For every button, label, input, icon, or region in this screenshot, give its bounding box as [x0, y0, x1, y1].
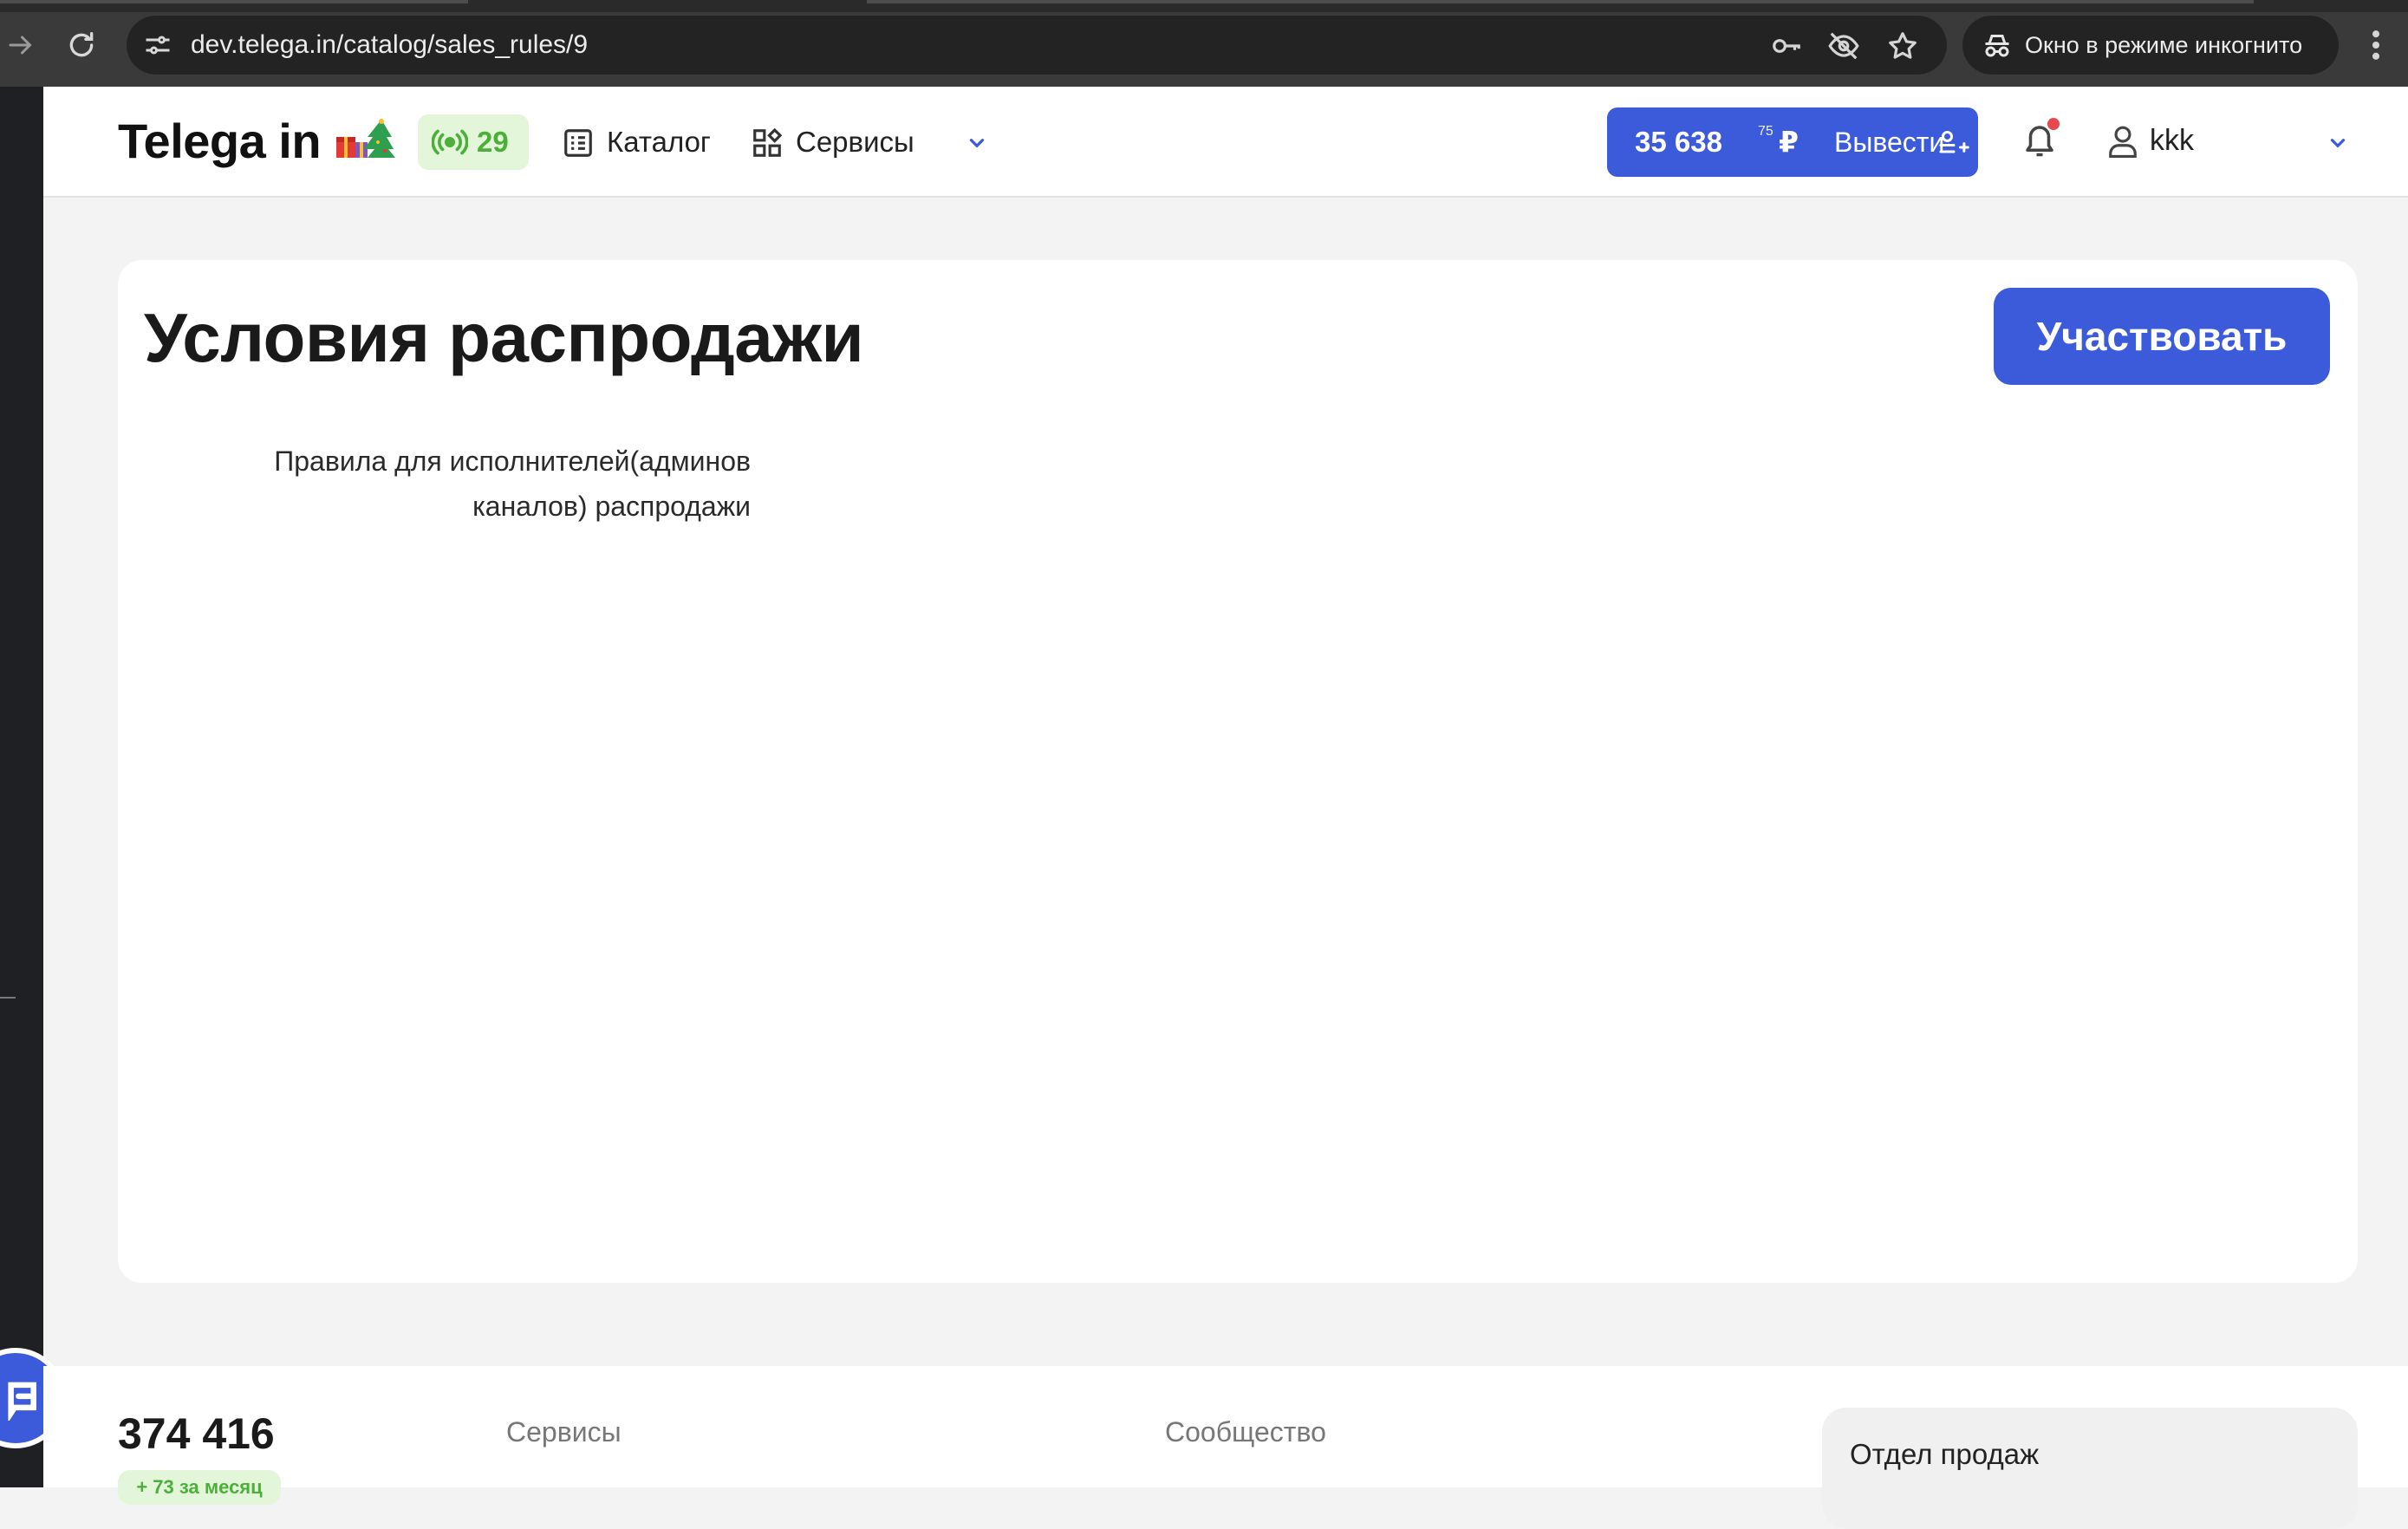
user-icon[interactable]: [2106, 123, 2139, 159]
incognito-label: Окно в режиме инкогнито: [2025, 32, 2303, 58]
footer-services-heading: Сервисы: [506, 1416, 622, 1448]
key-icon[interactable]: [1770, 29, 1803, 62]
withdraw-label[interactable]: Вывести: [1834, 123, 1944, 161]
forward-icon[interactable]: [5, 29, 36, 61]
balance-fraction: 75: [1758, 124, 1773, 139]
star-icon[interactable]: [1886, 29, 1919, 62]
incognito-indicator[interactable]: Окно в режиме инкогнито: [1962, 16, 2339, 75]
chat-icon: [8, 1382, 36, 1421]
balance-amount: 35 638: [1635, 126, 1722, 158]
growth-badge: + 73 за месяц: [118, 1470, 281, 1505]
balance-withdraw-button[interactable]: 35 638 75 ₽ Вывести: [1607, 107, 1978, 177]
url-text[interactable]: dev.telega.in/catalog/sales_rules/9: [191, 28, 588, 62]
sales-department-box: Отдел продаж: [1822, 1408, 2358, 1529]
chevron-down-icon[interactable]: [2327, 132, 2349, 154]
participate-button[interactable]: Участвовать: [1994, 288, 2330, 385]
kebab-menu-icon[interactable]: [2363, 26, 2389, 64]
incognito-icon: [1985, 35, 2009, 57]
browser-toolbar: dev.telega.in/catalog/sales_rules/9 Окно…: [0, 0, 2408, 87]
nav-services[interactable]: Сервисы: [751, 121, 1002, 163]
tab-edge: [867, 0, 2254, 3]
wallet-plus-icon: [1939, 131, 1969, 153]
site-logo[interactable]: Telega in: [118, 111, 322, 172]
grid-icon: [753, 127, 783, 157]
page-title: Условия распродажи: [144, 299, 864, 376]
notification-dot: [2047, 118, 2060, 130]
live-count: 29: [477, 126, 509, 158]
tab-strip: [0, 0, 2408, 12]
address-bar[interactable]: dev.telega.in/catalog/sales_rules/9: [127, 16, 1947, 75]
tune-icon[interactable]: [142, 29, 173, 61]
site-footer: 374 416 + 73 за месяц Сервисы Сообщество…: [43, 1366, 2408, 1529]
nav-services-label[interactable]: Сервисы: [796, 121, 914, 163]
broadcast-icon: [432, 129, 468, 155]
nav-catalog[interactable]: Каталог: [562, 121, 718, 163]
list-icon: [564, 129, 592, 157]
balance-currency: ₽: [1779, 126, 1799, 158]
rules-description: Правила для исполнителей(админов каналов…: [274, 446, 751, 522]
reload-icon[interactable]: [64, 28, 99, 62]
logo-text[interactable]: Telega in: [118, 114, 322, 168]
user-name[interactable]: kkk: [2150, 120, 2194, 161]
side-panel-edge: [0, 87, 43, 1487]
footer-community-heading: Сообщество: [1165, 1416, 1326, 1448]
eye-off-icon[interactable]: [1827, 29, 1860, 62]
live-channels-badge[interactable]: 29: [418, 114, 529, 170]
chevron-down-icon[interactable]: [966, 132, 988, 154]
channels-count: 374 416: [118, 1409, 275, 1458]
tab-edge: [0, 0, 468, 3]
nav-catalog-label[interactable]: Каталог: [607, 121, 711, 163]
site-header: Telega in 29 Каталог Сервисы 35 638 75 ₽…: [43, 87, 2408, 198]
divider: [0, 997, 16, 999]
sales-rules-card: Условия распродажи Участвовать Правила д…: [118, 260, 2358, 1283]
sales-department-title: Отдел продаж: [1850, 1438, 2040, 1470]
gift-tree-icon: [336, 119, 395, 158]
